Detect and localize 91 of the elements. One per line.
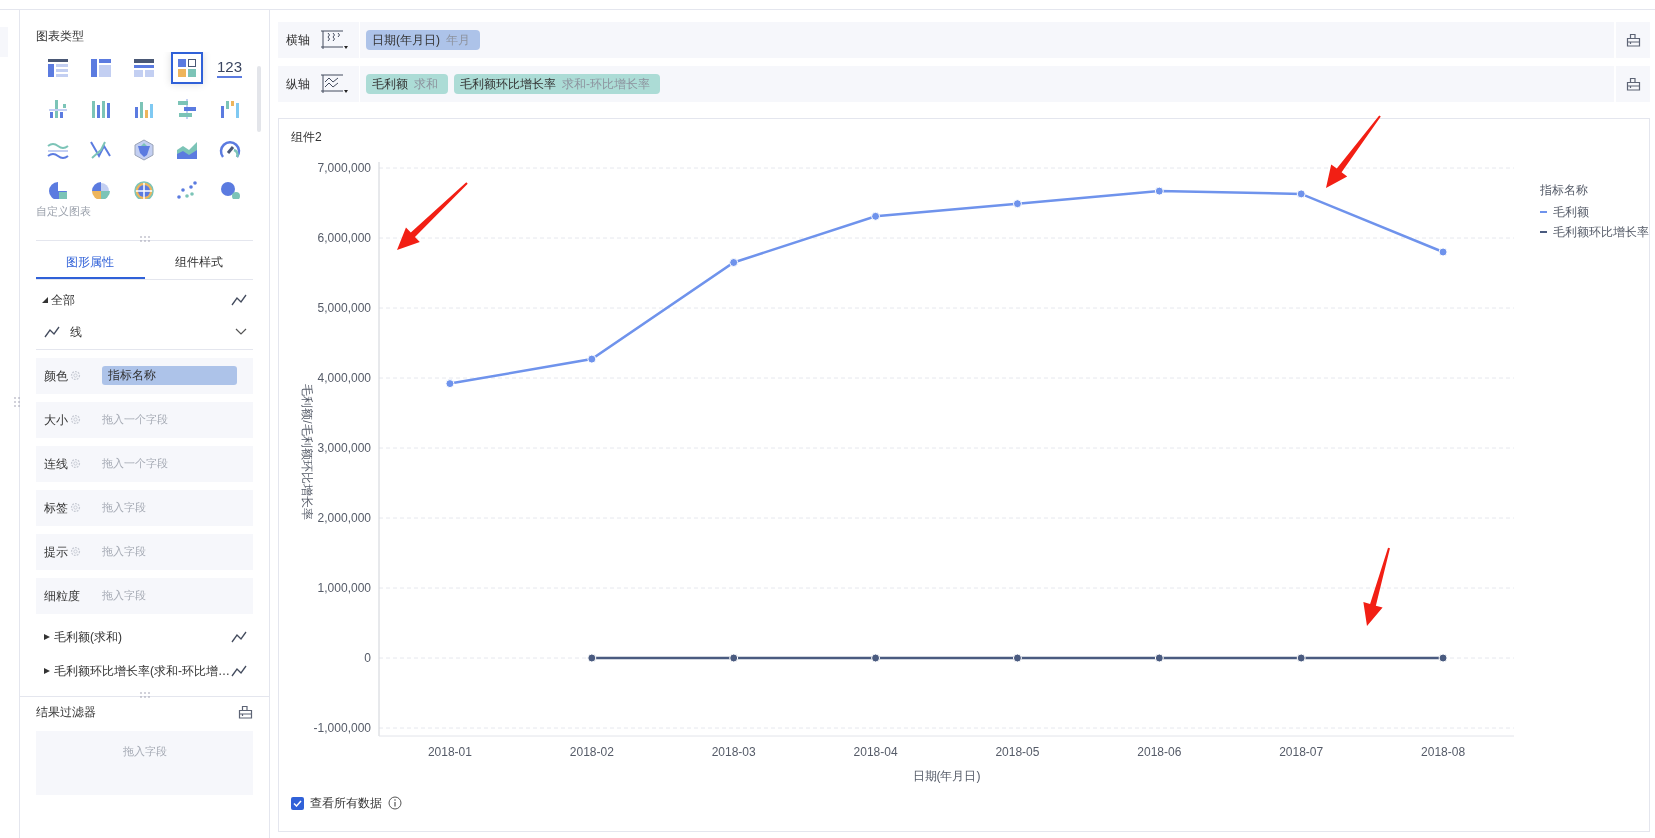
- axis-tick-label: 5,000,000: [317, 301, 371, 315]
- tree-item[interactable]: 全部: [51, 290, 75, 309]
- data-point: [1012, 653, 1022, 663]
- data-point: [1012, 199, 1022, 209]
- axis-tick-label: 2018-01: [427, 745, 472, 759]
- chart-type-icon: [88, 56, 113, 80]
- axis-tick-label: 2018-04: [853, 745, 898, 759]
- y-axis-title: 毛利额/毛利额环比增长率: [300, 384, 314, 520]
- drop-placeholder: 拖入字段: [102, 588, 146, 604]
- chart-type-button[interactable]: [170, 52, 203, 84]
- axis-label: 横轴: [286, 32, 310, 49]
- panel-tab[interactable]: 组件样式: [144, 246, 253, 279]
- drag-handle-icon[interactable]: [14, 396, 20, 408]
- legend-label[interactable]: 毛利额: [1553, 203, 1589, 221]
- axis-tick-label: 2018-02: [569, 745, 614, 759]
- chart-type-icon: [131, 56, 156, 80]
- axis-tick-label: 3,000,000: [317, 441, 371, 455]
- axis-label: 纵轴: [286, 76, 310, 93]
- field-label: 细粒度: [44, 587, 80, 605]
- data-point: [871, 653, 881, 663]
- field-label: 大小: [44, 411, 68, 429]
- data-point: [729, 653, 739, 663]
- axis-tick-label: 2018-07: [1279, 745, 1324, 759]
- chart-type-icon: [45, 56, 70, 80]
- annotation-arrow: [397, 182, 468, 250]
- axis-tick-label: 2018-03: [711, 745, 756, 759]
- panel-tab[interactable]: 图形属性: [36, 246, 145, 279]
- axis-tick-label: 2,000,000: [317, 511, 371, 525]
- chart-type-icon: [131, 179, 156, 199]
- axis-tick-label: 7,000,000: [317, 161, 371, 175]
- data-point: [1438, 247, 1448, 257]
- data-point: [1154, 653, 1164, 663]
- expand-triangle-icon[interactable]: [42, 296, 48, 303]
- tree-item[interactable]: 毛利额环比增长率(求和-环比增…: [54, 661, 230, 680]
- field-drop-row[interactable]: 细粒度 拖入字段: [36, 577, 253, 614]
- line-chart-icon: [231, 664, 247, 677]
- section-title: 图表类型: [36, 28, 85, 44]
- axis-tick-label: 2018-05: [995, 745, 1040, 759]
- axis-tick-label: 0: [364, 651, 371, 665]
- drag-handle-icon[interactable]: [138, 691, 151, 698]
- chart-type-button[interactable]: 123: [213, 52, 246, 84]
- legend-title: 指标名称: [1540, 182, 1589, 199]
- field-pill[interactable]: 指标名称: [102, 366, 237, 385]
- drop-placeholder: 拖入字段: [102, 544, 146, 560]
- field-label: 连线: [44, 455, 68, 473]
- axis-tick-label: -1,000,000: [313, 721, 371, 735]
- x-axis-title: 日期(年月日): [912, 769, 981, 783]
- line-chart-icon: [44, 326, 60, 338]
- expand-triangle-icon[interactable]: [44, 633, 50, 640]
- legend-label[interactable]: 毛利额环比增长率: [1553, 223, 1649, 241]
- chart-type-icon: [174, 179, 199, 199]
- field-pill[interactable]: 毛利额环比增长率 求和-环比增长率: [454, 74, 660, 94]
- axis-tick-label: 2018-08: [1421, 745, 1466, 759]
- chevron-down-icon[interactable]: [235, 328, 247, 336]
- field-drop-row[interactable]: 提示 拖入字段: [36, 533, 253, 570]
- line-chart-icon: [231, 293, 247, 306]
- data-point: [445, 379, 455, 389]
- expand-triangle-icon[interactable]: [44, 667, 50, 674]
- drag-handle-icon[interactable]: [138, 235, 151, 242]
- chart-type-icon: [131, 138, 156, 162]
- axis-tick-label: 6,000,000: [317, 231, 371, 245]
- data-point: [1438, 653, 1448, 663]
- drop-placeholder: 拖入字段: [102, 500, 146, 516]
- axis-type-icon[interactable]: [320, 73, 350, 95]
- data-point: [587, 354, 597, 364]
- component-title: 组件2: [291, 129, 322, 145]
- axis-type-icon[interactable]: [320, 29, 350, 51]
- data-point: [1154, 186, 1164, 196]
- info-icon[interactable]: [388, 796, 402, 810]
- section-title: 结果过滤器: [36, 703, 96, 721]
- data-point: [729, 258, 739, 267]
- checkbox-label[interactable]: 查看所有数据: [310, 794, 382, 812]
- data-point: [871, 211, 881, 221]
- mark-type-select[interactable]: 线: [70, 323, 82, 341]
- axis-tick-label: 4,000,000: [317, 371, 371, 385]
- field-drop-row[interactable]: 标签 拖入字段: [36, 489, 253, 526]
- checkbox[interactable]: [291, 796, 304, 810]
- field-pill[interactable]: 毛利额 求和: [366, 74, 448, 94]
- field-label: 标签: [44, 499, 68, 517]
- field-drop-row[interactable]: 颜色 指标名称: [36, 357, 253, 394]
- field-label: 颜色: [44, 367, 68, 385]
- data-point: [587, 653, 597, 663]
- axis-tick-label: 1,000,000: [317, 581, 371, 595]
- axis-tick-label: 2018-06: [1137, 745, 1182, 759]
- data-point: [1296, 653, 1306, 663]
- field-label: 提示: [44, 543, 68, 561]
- data-point: [1296, 189, 1306, 199]
- field-pill[interactable]: 日期(年月日) 年月: [366, 30, 480, 50]
- drop-placeholder: 拖入字段: [122, 743, 167, 759]
- tree-item[interactable]: 毛利额(求和): [54, 627, 122, 646]
- line-chart-icon: [231, 630, 247, 643]
